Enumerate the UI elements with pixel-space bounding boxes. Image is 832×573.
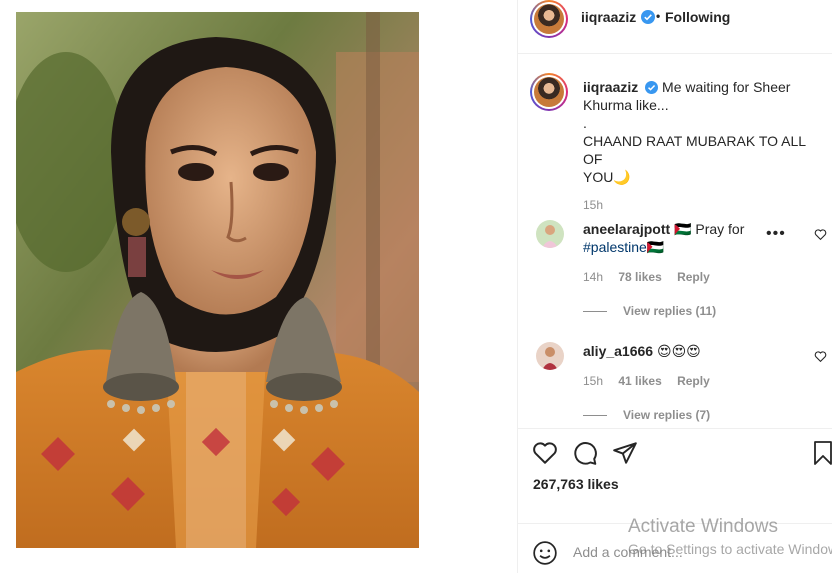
post-header: iiqraaziz • Following: [518, 0, 832, 54]
comment-meta: 14h 78 likes Reply: [583, 270, 722, 284]
more-options-icon[interactable]: •••: [766, 225, 786, 243]
comment-text: 😍😍😍: [656, 343, 701, 359]
comment-username[interactable]: aliy_a1666: [583, 343, 653, 359]
comment-username[interactable]: aneelarajpott: [583, 221, 670, 237]
caption-username[interactable]: iiqraaziz: [583, 79, 638, 95]
comment-avatar[interactable]: [536, 342, 564, 370]
smiley-icon[interactable]: [532, 540, 558, 566]
portrait-illustration: [16, 12, 419, 548]
verified-badge-icon: [641, 10, 655, 24]
caption-line-1: Me waiting for Sheer: [662, 79, 791, 95]
author-username[interactable]: iiqraaziz: [581, 9, 636, 25]
caption-line-4: CHAAND RAAT MUBARAK TO ALL OF: [583, 133, 806, 167]
comment-reply-button[interactable]: Reply: [677, 270, 710, 284]
comment-likes[interactable]: 78 likes: [618, 270, 661, 284]
comment-time[interactable]: 15h: [583, 374, 603, 388]
heart-outline-icon[interactable]: [532, 440, 558, 466]
following-button[interactable]: Following: [665, 9, 730, 25]
activate-windows-title: Activate Windows: [628, 516, 778, 537]
caption-avatar[interactable]: [530, 73, 568, 111]
comment-avatar[interactable]: [536, 220, 564, 248]
comment-reply-button[interactable]: Reply: [677, 374, 710, 388]
view-replies-button[interactable]: View replies (11): [583, 304, 716, 318]
follow-separator: •: [656, 9, 661, 23]
comment-bubble-icon[interactable]: [572, 440, 598, 466]
bookmark-icon[interactable]: [812, 440, 832, 466]
comment-text: 🇵🇸 Pray for: [674, 221, 745, 237]
view-replies-button[interactable]: View replies (7): [583, 408, 710, 422]
comment-hashtag[interactable]: #palestine🇵🇸: [583, 239, 664, 255]
activate-windows-subtitle: Go to Settings to activate Windows.: [628, 541, 832, 557]
comment-body: aneelarajpott 🇵🇸 Pray for #palestine🇵🇸: [583, 220, 753, 256]
actions-divider: [518, 428, 832, 429]
comment-like-icon[interactable]: [814, 350, 827, 363]
post-caption: iiqraaziz Me waiting for Sheer Khurma li…: [583, 78, 818, 214]
comment-likes[interactable]: 41 likes: [618, 374, 661, 388]
comment-like-icon[interactable]: [814, 228, 827, 241]
caption-line-3: .: [583, 115, 587, 131]
paper-plane-icon[interactable]: [612, 440, 638, 466]
caption-time[interactable]: 15h: [583, 196, 818, 214]
photo-area: [0, 0, 517, 573]
caption-line-2: Khurma like...: [583, 97, 669, 113]
post-photo[interactable]: [16, 12, 419, 548]
comment-meta: 15h 41 likes Reply: [583, 374, 722, 388]
caption-line-5: YOU🌙: [583, 169, 631, 185]
post-side-panel: iiqraaziz • Following iiqraaziz Me waiti…: [518, 0, 832, 573]
like-count[interactable]: 267,763 likes: [533, 476, 619, 492]
comment-time[interactable]: 14h: [583, 270, 603, 284]
author-avatar[interactable]: [530, 0, 568, 38]
verified-badge-icon: [645, 81, 659, 94]
comment-body: aliy_a1666 😍😍😍: [583, 342, 783, 360]
